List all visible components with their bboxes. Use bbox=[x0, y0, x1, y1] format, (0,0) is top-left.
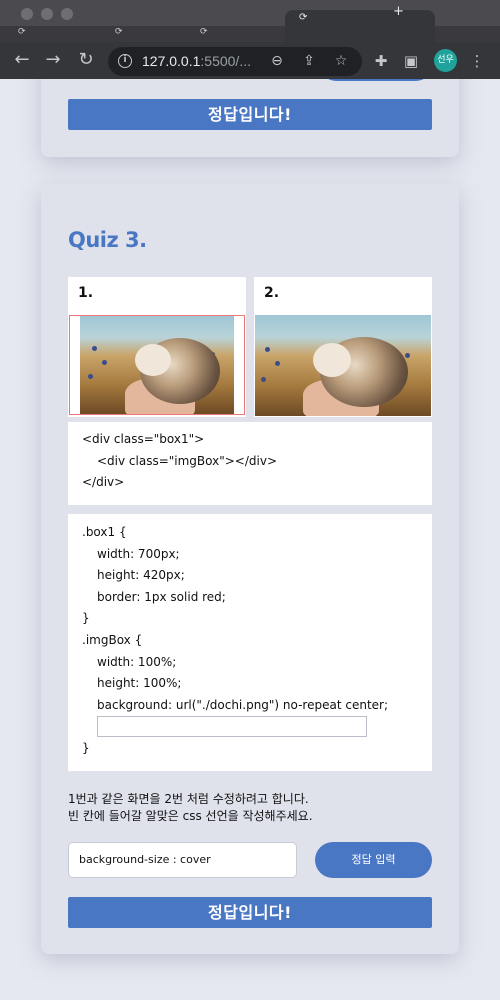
hedgehog-image-cover bbox=[255, 315, 431, 416]
previous-submit-button[interactable] bbox=[320, 79, 432, 81]
code-line: height: 420px; bbox=[97, 568, 185, 582]
back-arrow-icon[interactable]: ← bbox=[10, 49, 34, 73]
code-line: <div class="box1"> bbox=[82, 432, 205, 446]
hedgehog-image-uncropped bbox=[69, 315, 245, 415]
css-code-block: .box1 { width: 700px; height: 420px; bor… bbox=[68, 514, 432, 771]
share-icon[interactable]: ⇪ bbox=[300, 52, 318, 70]
extensions-puzzle-icon[interactable]: ✚ bbox=[371, 51, 391, 71]
code-line: border: 1px solid red; bbox=[97, 590, 226, 604]
code-line: } bbox=[82, 741, 90, 755]
correct-banner: 정답입니다! bbox=[68, 897, 432, 928]
tab-active[interactable]: ⟳ bbox=[285, 10, 435, 42]
tab-3[interactable]: ⟳ bbox=[200, 26, 208, 42]
code-line: .box1 { bbox=[82, 525, 127, 539]
maximize-window-button[interactable] bbox=[61, 8, 73, 20]
code-line: width: 700px; bbox=[97, 547, 180, 561]
profile-avatar[interactable]: 선우 bbox=[434, 49, 457, 72]
html-code-block: <div class="box1"> <div class="imgBox"><… bbox=[68, 422, 432, 505]
forward-arrow-icon[interactable]: → bbox=[41, 49, 65, 73]
code-line: .imgBox { bbox=[82, 633, 143, 647]
image-panel-2: 2. bbox=[254, 277, 432, 417]
quiz-description-line-2: 빈 칸에 들어갈 알맞은 css 선언을 작성해주세요. bbox=[68, 809, 313, 823]
tab-loading-icon: ⟳ bbox=[299, 12, 308, 23]
reload-icon[interactable]: ↻ bbox=[74, 49, 98, 73]
code-line: width: 100%; bbox=[97, 655, 177, 669]
image-label-1: 1. bbox=[78, 285, 94, 301]
quiz-description-line-1: 1번과 같은 화면을 2번 처럼 수정하려고 합니다. bbox=[68, 792, 309, 806]
close-window-button[interactable] bbox=[21, 8, 33, 20]
blank-css-input[interactable] bbox=[97, 716, 367, 737]
image-label-2: 2. bbox=[264, 285, 280, 301]
quiz-title: Quiz 3. bbox=[68, 228, 147, 252]
code-line: <div class="imgBox"></div> bbox=[97, 454, 278, 468]
code-line: height: 100%; bbox=[97, 676, 182, 690]
tab-1[interactable]: ⟳ bbox=[18, 26, 26, 42]
code-line: </div> bbox=[82, 475, 125, 489]
image-panel-1: 1. bbox=[68, 277, 246, 417]
bookmark-star-icon[interactable]: ☆ bbox=[332, 52, 350, 70]
address-bar[interactable]: i 127.0.0.1:5500/... ⊖ ⇪ ☆ bbox=[108, 47, 362, 76]
previous-quiz-card: 정답입니다! bbox=[41, 79, 459, 157]
answer-input[interactable]: background-size : cover bbox=[68, 842, 297, 878]
menu-kebab-icon[interactable]: ⋮ bbox=[467, 51, 487, 71]
window-titlebar: ⟳ ⟳ ⟳ ⟳ + bbox=[0, 0, 500, 42]
code-line: } bbox=[82, 611, 90, 625]
site-info-icon[interactable]: i bbox=[118, 54, 132, 68]
tab-2[interactable]: ⟳ bbox=[115, 26, 123, 42]
new-tab-icon[interactable]: + bbox=[393, 4, 404, 19]
previous-correct-banner: 정답입니다! bbox=[68, 99, 432, 130]
quiz-card: Quiz 3. 1. 2. <div class="box1"> <div cl… bbox=[41, 184, 459, 954]
submit-answer-button[interactable]: 정답 입력 bbox=[315, 842, 432, 878]
url-text: 127.0.0.1:5500/... bbox=[142, 53, 251, 69]
minimize-window-button[interactable] bbox=[41, 8, 53, 20]
page-viewport: 정답입니다! Quiz 3. 1. 2. <div class="box1"> … bbox=[0, 79, 500, 1000]
browser-toolbar: ← → ↻ i 127.0.0.1:5500/... ⊖ ⇪ ☆ ✚ ▣ 선우 … bbox=[0, 42, 500, 79]
side-panel-icon[interactable]: ▣ bbox=[401, 51, 421, 71]
code-line: background: url("./dochi.png") no-repeat… bbox=[97, 698, 389, 712]
zoom-icon[interactable]: ⊖ bbox=[268, 52, 286, 70]
